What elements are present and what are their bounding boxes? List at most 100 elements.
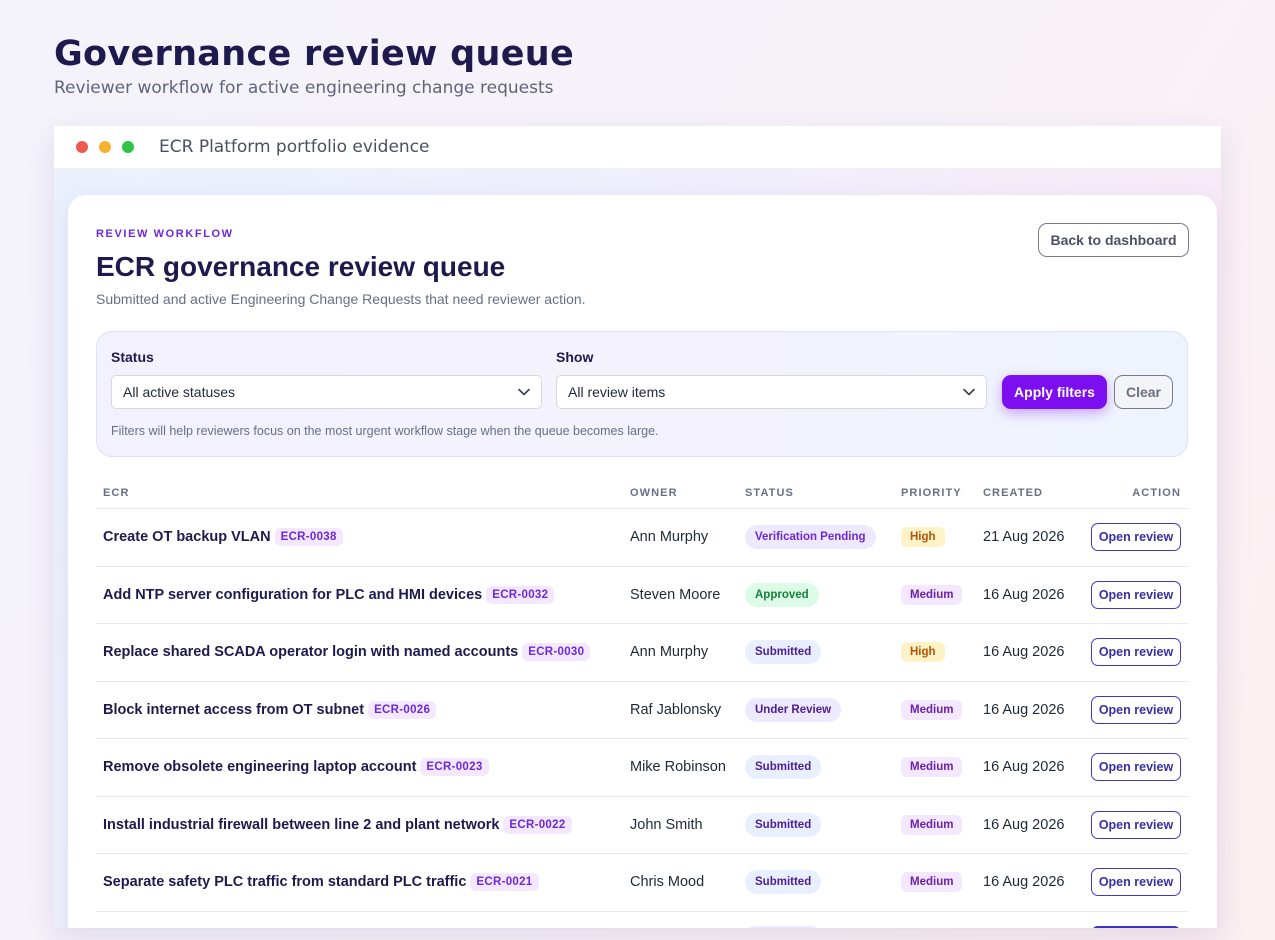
ecr-code-badge: ECR-0026 xyxy=(368,700,437,719)
card-title: ECR governance review queue xyxy=(96,251,506,282)
ecr-title-cell: Add NTP server configuration for PLC and… xyxy=(103,585,555,604)
clear-filters-button[interactable]: Clear xyxy=(1114,375,1173,409)
chevron-down-icon xyxy=(952,388,986,396)
open-review-button[interactable]: Open review xyxy=(1091,695,1181,724)
owner-name: Ann Murphy xyxy=(630,529,709,546)
ecr-title: Install industrial firewall between line… xyxy=(103,816,500,833)
status-badge xyxy=(745,925,821,928)
review-queue-table: ECR OWNER STATUS PRIORITY CREATED ACTION… xyxy=(96,473,1188,928)
window-titlebar: ECR Platform portfolio evidence xyxy=(54,126,1221,169)
ecr-title-cell: Separate safety PLC traffic from standar… xyxy=(103,873,539,892)
column-header-ecr: ECR xyxy=(103,487,130,499)
created-date: 16 Aug 2026 xyxy=(983,586,1065,603)
priority-badge: High xyxy=(901,642,945,663)
show-filter-value: All review items xyxy=(568,384,666,400)
ecr-code-badge: ECR-0030 xyxy=(522,643,591,662)
card-description: Submitted and active Engineering Change … xyxy=(96,291,586,307)
status-badge: Approved xyxy=(745,582,819,607)
owner-name: Raf Jablonsky xyxy=(630,701,722,718)
ecr-code-badge: ECR-0021 xyxy=(470,873,539,892)
open-review-button[interactable]: Open review xyxy=(1091,638,1181,667)
page-subtitle: Reviewer workflow for active engineering… xyxy=(54,78,554,98)
open-review-button[interactable]: Open review xyxy=(1091,580,1181,609)
status-badge: Verification Pending xyxy=(745,525,876,550)
created-date: 16 Aug 2026 xyxy=(983,759,1065,776)
ecr-title: Create OT backup VLAN xyxy=(103,529,271,546)
app-window: ECR Platform portfolio evidence REVIEW W… xyxy=(54,126,1221,928)
status-badge: Submitted xyxy=(745,870,822,895)
open-review-button[interactable]: Open review xyxy=(1091,868,1181,897)
review-queue-card: REVIEW WORKFLOW ECR governance review qu… xyxy=(68,195,1217,928)
page-title: Governance review queue xyxy=(54,34,575,74)
open-review-button[interactable] xyxy=(1091,925,1181,928)
status-filter-select[interactable]: All active statuses xyxy=(111,375,542,409)
status-filter-label: Status xyxy=(111,349,154,365)
ecr-title: Add NTP server configuration for PLC and… xyxy=(103,586,483,603)
column-header-owner: OWNER xyxy=(630,487,678,499)
ecr-title-cell: Create OT backup VLAN ECR-0038 xyxy=(103,528,343,547)
ecr-title-cell: Remove obsolete engineering laptop accou… xyxy=(103,758,489,777)
open-review-button[interactable]: Open review xyxy=(1091,523,1181,552)
ecr-title: Block internet access from OT subnet xyxy=(103,701,365,718)
window-title: ECR Platform portfolio evidence xyxy=(159,137,430,157)
created-date: 16 Aug 2026 xyxy=(983,701,1065,718)
priority-badge: High xyxy=(901,527,945,548)
filters-hint: Filters will help reviewers focus on the… xyxy=(111,424,659,438)
owner-name: John Smith xyxy=(630,816,703,833)
ecr-title-cell: Install industrial firewall between line… xyxy=(103,815,572,834)
table-row: Block internet access from OT subnet ECR-… xyxy=(96,682,1188,739)
column-header-created: CREATED xyxy=(983,487,1044,499)
priority-badge: Medium xyxy=(901,872,963,893)
priority-badge: Medium xyxy=(901,699,963,720)
open-review-button[interactable]: Open review xyxy=(1091,753,1181,782)
chevron-down-icon xyxy=(507,388,541,396)
priority-badge: Medium xyxy=(901,584,963,605)
status-badge: Submitted xyxy=(745,640,822,665)
ecr-code-badge: ECR-0032 xyxy=(486,585,555,604)
column-header-priority: PRIORITY xyxy=(901,487,962,499)
ecr-title: Separate safety PLC traffic from standar… xyxy=(103,874,467,891)
ecr-code-badge: ECR-0038 xyxy=(274,528,343,547)
apply-filters-button[interactable]: Apply filters xyxy=(1002,375,1107,409)
owner-name: Ann Murphy xyxy=(630,644,709,661)
owner-name: Steven Moore xyxy=(630,586,721,603)
show-filter-select[interactable]: All review items xyxy=(556,375,987,409)
ecr-code-badge: ECR-0022 xyxy=(503,815,572,834)
section-eyebrow: REVIEW WORKFLOW xyxy=(96,228,234,240)
table-body: Create OT backup VLAN ECR-0038 Ann Murphy V… xyxy=(96,509,1188,912)
close-window-dot[interactable] xyxy=(76,141,88,153)
ecr-code-badge: ECR-0023 xyxy=(420,758,489,777)
table-row: Create OT backup VLAN ECR-0038 Ann Murphy V… xyxy=(96,509,1188,567)
ecr-title-cell: Block internet access from OT subnet ECR-… xyxy=(103,700,437,719)
maximize-window-dot[interactable] xyxy=(122,141,134,153)
created-date: 16 Aug 2026 xyxy=(983,874,1065,891)
status-filter-value: All active statuses xyxy=(123,384,236,400)
column-header-status: STATUS xyxy=(745,487,794,499)
column-header-action: ACTION xyxy=(1132,487,1181,499)
ecr-title: Replace shared SCADA operator login with… xyxy=(103,644,519,661)
owner-name: Mike Robinson xyxy=(630,759,726,776)
minimize-window-dot[interactable] xyxy=(99,141,111,153)
created-date: 16 Aug 2026 xyxy=(983,816,1065,833)
status-badge: Under Review xyxy=(745,697,842,722)
created-date: 16 Aug 2026 xyxy=(983,644,1065,661)
created-date: 21 Aug 2026 xyxy=(983,529,1065,546)
status-badge: Submitted xyxy=(745,755,822,780)
table-row: Remove obsolete engineering laptop accou… xyxy=(96,739,1188,797)
priority-badge: Medium xyxy=(901,814,963,835)
ecr-title-cell: Replace shared SCADA operator login with… xyxy=(103,643,591,662)
ecr-title: Remove obsolete engineering laptop accou… xyxy=(103,759,417,776)
back-to-dashboard-button[interactable]: Back to dashboard xyxy=(1038,223,1189,257)
table-header: ECR OWNER STATUS PRIORITY CREATED ACTION xyxy=(96,473,1188,509)
show-filter-label: Show xyxy=(556,349,594,365)
app-canvas: REVIEW WORKFLOW ECR governance review qu… xyxy=(54,169,1221,928)
owner-name: Chris Mood xyxy=(630,874,705,891)
table-row: Separate safety PLC traffic from standar… xyxy=(96,854,1188,912)
table-row: Add NTP server configuration for PLC and… xyxy=(96,567,1188,624)
table-row: Install industrial firewall between line… xyxy=(96,797,1188,854)
filters-panel: Status All active statuses Show All revi… xyxy=(96,331,1188,457)
table-row: Replace shared SCADA operator login with… xyxy=(96,624,1188,682)
status-badge: Submitted xyxy=(745,812,822,837)
open-review-button[interactable]: Open review xyxy=(1091,810,1181,839)
table-row-partial xyxy=(96,912,1188,928)
